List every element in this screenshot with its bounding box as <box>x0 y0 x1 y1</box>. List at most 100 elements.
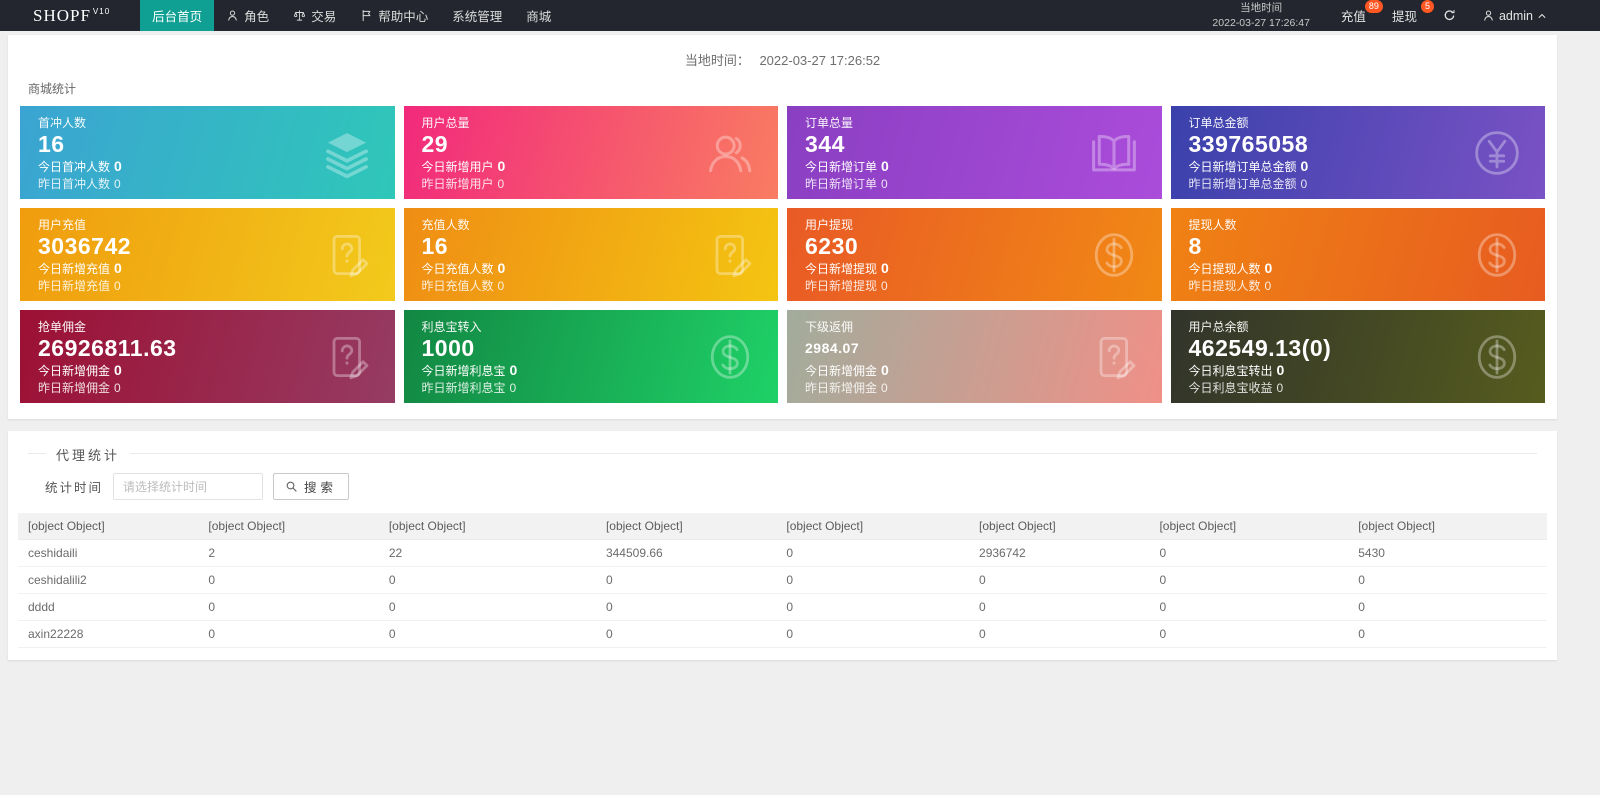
table-cell: 5430 <box>1348 539 1547 567</box>
table-cell: 0 <box>969 593 1150 621</box>
card-today-label: 今日提现人数 <box>1188 262 1261 276</box>
page-content: 当地时间： 2022-03-27 17:26:52 商城统计 首冲人数 16 今… <box>0 35 1565 660</box>
user-menu[interactable]: admin <box>1469 0 1560 31</box>
navbar-right: 当地时间 2022-03-27 17:26:47 充值 89 提现 5 admi… <box>1194 0 1560 31</box>
username: admin <box>1498 8 1533 23</box>
card-today-label: 今日新增佣金 <box>805 364 878 378</box>
menu-item[interactable]: 交易 <box>281 0 348 31</box>
menu-item[interactable]: 帮助中心 <box>348 0 440 31</box>
card-yesterday-value: 0 <box>1300 177 1308 191</box>
menu-item[interactable]: 商城 <box>514 0 563 31</box>
shop-stats-panel: 当地时间： 2022-03-27 17:26:52 商城统计 首冲人数 16 今… <box>8 35 1557 419</box>
table-cell: 2936742 <box>969 539 1150 567</box>
card-yesterday-value: 0 <box>114 177 121 191</box>
stat-card: 订单总金额 339765058 今日新增订单总金额 0 昨日新增订单总金额 0 <box>1170 106 1545 199</box>
withdraw-link[interactable]: 提现 5 <box>1379 0 1434 31</box>
dollar-icon <box>1471 331 1523 383</box>
table-cell: 0 <box>595 620 777 648</box>
table-cell: 0 <box>1149 539 1349 567</box>
menu-item[interactable]: 后台首页 <box>140 0 215 31</box>
card-yesterday-label: 昨日提现人数 <box>1188 279 1261 293</box>
agent-table: [object Object] [object Object] [object Ob… <box>18 513 1547 648</box>
yen-icon <box>1471 127 1523 179</box>
table-row: ceshidalili2 0 0 0 0 0 0 0 <box>18 566 1547 594</box>
card-today-value: 0 <box>881 362 889 378</box>
stat-card: 充值人数 16 今日充值人数 0 昨日充值人数 0 <box>403 208 778 301</box>
card-today-value: 0 <box>509 362 518 378</box>
card-yesterday-label: 昨日新增提现 <box>805 279 878 293</box>
layers-icon <box>321 127 373 179</box>
table-row: axin22228 0 0 0 0 0 0 0 <box>18 620 1547 648</box>
table-cell: 0 <box>776 566 970 594</box>
stat-time-input[interactable] <box>113 473 264 500</box>
table-cell: 0 <box>969 620 1150 648</box>
search-button[interactable]: 搜索 <box>273 473 350 500</box>
card-yesterday-label: 昨日新增佣金 <box>805 381 878 395</box>
search-button-label: 搜索 <box>304 481 338 495</box>
table-cell: 344509.66 <box>595 539 777 567</box>
table-cell: ceshidaili <box>18 539 199 567</box>
search-icon <box>285 480 298 493</box>
card-yesterday-value: 0 <box>881 381 888 395</box>
card-yesterday-value: 0 <box>509 381 517 395</box>
docq-icon <box>1088 331 1140 383</box>
card-today-value: 0 <box>1276 362 1285 378</box>
menu-item[interactable]: 系统管理 <box>440 0 514 31</box>
table-header-cell: [object Object] <box>1149 513 1349 540</box>
refresh-button[interactable] <box>1430 0 1469 31</box>
logo-version: V10 <box>92 7 111 16</box>
stat-card: 用户总量 29 今日新增用户 0 昨日新增用户 0 <box>403 106 778 199</box>
refresh-icon <box>1443 9 1456 22</box>
card-yesterday-value: 0 <box>881 279 888 293</box>
menu-item[interactable]: 角色 <box>214 0 281 31</box>
card-yesterday-label: 今日利息宝收益 <box>1188 381 1273 395</box>
card-yesterday-label: 昨日新增订单 <box>805 177 878 191</box>
dollar-icon <box>1471 229 1523 281</box>
table-header-cell: [object Object] <box>776 513 970 540</box>
scales-icon <box>293 9 306 22</box>
card-today-label: 今日新增利息宝 <box>421 364 506 378</box>
table-cell: 0 <box>1348 620 1547 648</box>
menu-item-label: 系统管理 <box>452 10 503 24</box>
card-today-value: 0 <box>881 260 889 276</box>
user-icon <box>1482 9 1495 22</box>
stat-card: 首冲人数 16 今日首冲人数 0 昨日首冲人数 0 <box>20 106 395 199</box>
users-icon <box>704 127 756 179</box>
agent-table-body: ceshidaili 2 22 344509.66 0 2936742 0 5430 ceshi… <box>18 539 1547 648</box>
recharge-link[interactable]: 充值 89 <box>1328 0 1383 31</box>
card-today-value: 0 <box>497 260 506 276</box>
card-yesterday-value: 0 <box>1264 279 1272 293</box>
shop-stats-title: 商城统计 <box>28 82 77 96</box>
card-yesterday-label: 昨日充值人数 <box>421 279 494 293</box>
card-yesterday-label: 昨日新增用户 <box>421 177 494 191</box>
stat-card: 用户充值 3036742 今日新增充值 0 昨日新增充值 0 <box>20 208 395 301</box>
docq-icon <box>321 331 373 383</box>
card-today-value: 0 <box>114 362 122 378</box>
table-cell: 0 <box>776 593 970 621</box>
table-header-cell: [object Object] <box>1348 513 1547 540</box>
navbar-local-time: 当地时间 2022-03-27 17:26:47 <box>1194 1 1328 29</box>
content-local-time-label: 当地时间： <box>684 53 750 68</box>
card-yesterday-label: 昨日新增订单总金额 <box>1188 177 1297 191</box>
docq-icon <box>704 229 756 281</box>
content-local-time-value: 2022-03-27 17:26:52 <box>759 53 881 68</box>
card-yesterday-label: 昨日新增佣金 <box>38 381 111 395</box>
stat-card: 订单总量 344 今日新增订单 0 昨日新增订单 0 <box>787 106 1162 199</box>
table-cell: 22 <box>378 539 596 567</box>
stat-card: 用户总余额 462549.13(0) 今日利息宝转出 0 今日利息宝收益 0 <box>1170 310 1545 403</box>
table-cell: 0 <box>1348 566 1547 594</box>
card-today-value: 0 <box>114 260 122 276</box>
top-navbar: SHOPF V10 后台首页 角色 交易 帮助中心 系统管理 商城 当地时间 2… <box>0 0 1600 31</box>
app-logo[interactable]: SHOPF V10 <box>0 0 140 31</box>
table-header-cell: [object Object] <box>969 513 1150 540</box>
menu-item-label: 角色 <box>244 10 270 24</box>
table-header-cell: [object Object] <box>378 513 596 540</box>
table-cell: 0 <box>776 539 970 567</box>
table-header-cell: [object Object] <box>198 513 379 540</box>
card-today-label: 今日利息宝转出 <box>1188 364 1273 378</box>
docq-icon <box>321 229 373 281</box>
table-cell: 2 <box>198 539 379 567</box>
person-icon <box>226 9 239 22</box>
card-today-label: 今日新增提现 <box>805 262 878 276</box>
menu-item-label: 交易 <box>311 10 337 24</box>
